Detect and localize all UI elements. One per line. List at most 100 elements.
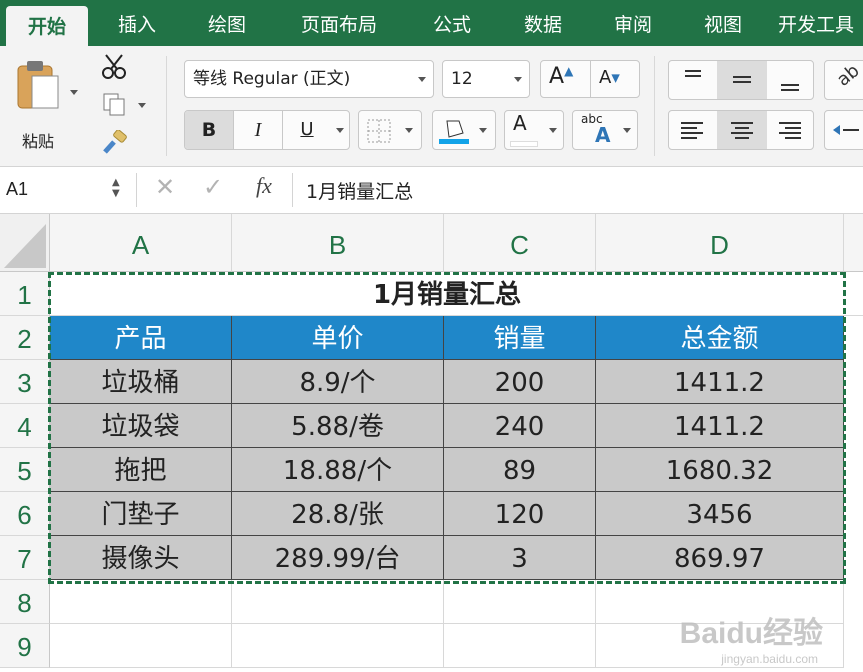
formula-bar: A1 ▲ ▼ ✕ ✓ fx 1月销量汇总: [0, 167, 863, 214]
bold-button[interactable]: B: [185, 111, 233, 149]
name-box-stepper-icon[interactable]: ▲ ▼: [112, 177, 120, 199]
confirm-entry-icon[interactable]: ✓: [203, 173, 223, 201]
table-header-cell[interactable]: 销量: [444, 316, 596, 360]
row-header[interactable]: 7: [0, 536, 50, 580]
underline-caret[interactable]: [336, 128, 344, 133]
empty-cell[interactable]: [50, 624, 232, 668]
table-cell[interactable]: 240: [444, 404, 596, 448]
name-box[interactable]: A1 ▲ ▼: [4, 175, 130, 207]
font-name-select[interactable]: 等线 Regular (正文): [184, 60, 434, 98]
table-header-cell[interactable]: 单价: [232, 316, 444, 360]
table-cell[interactable]: 869.97: [596, 536, 844, 580]
select-all-corner[interactable]: [0, 214, 50, 272]
tab-review[interactable]: 审阅: [596, 0, 670, 46]
copy-dropdown-caret[interactable]: [138, 103, 146, 108]
fill-color-button[interactable]: [432, 110, 496, 150]
align-center-button[interactable]: [717, 111, 767, 149]
table-cell[interactable]: 3456: [596, 492, 844, 536]
table-cell[interactable]: 拖把: [50, 448, 232, 492]
empty-cell[interactable]: [232, 580, 444, 624]
font-name-caret[interactable]: [418, 77, 426, 82]
table-cell[interactable]: 120: [444, 492, 596, 536]
empty-cell[interactable]: [50, 580, 232, 624]
tab-view[interactable]: 视图: [686, 0, 760, 46]
align-right-button[interactable]: [767, 111, 815, 149]
paste-dropdown-caret[interactable]: [70, 90, 78, 95]
table-cell[interactable]: 1680.32: [596, 448, 844, 492]
row-header[interactable]: 2: [0, 316, 50, 360]
tab-data[interactable]: 数据: [506, 0, 580, 46]
align-top-button[interactable]: [669, 61, 717, 99]
empty-cell[interactable]: [232, 624, 444, 668]
decrease-indent-icon: [833, 125, 859, 135]
tab-home[interactable]: 开始: [6, 6, 88, 46]
cut-scissors-icon[interactable]: [100, 52, 128, 80]
row-header[interactable]: 9: [0, 624, 50, 668]
table-cell[interactable]: 18.88/个: [232, 448, 444, 492]
align-left-button[interactable]: [669, 111, 717, 149]
font-color-button[interactable]: A: [504, 110, 564, 150]
tab-developer[interactable]: 开发工具: [778, 0, 863, 46]
orientation-button[interactable]: ab: [824, 60, 863, 100]
table-cell[interactable]: 垃圾桶: [50, 360, 232, 404]
table-cell[interactable]: 门垫子: [50, 492, 232, 536]
paste-button[interactable]: 粘贴: [8, 56, 78, 154]
table-cell[interactable]: 垃圾袋: [50, 404, 232, 448]
table-cell[interactable]: 200: [444, 360, 596, 404]
align-bottom-button[interactable]: [767, 61, 815, 99]
decrease-font-size-button[interactable]: A▼: [599, 67, 620, 88]
text-style-group: B I U: [184, 110, 350, 150]
empty-cell[interactable]: [444, 624, 596, 668]
empty-cell[interactable]: [444, 580, 596, 624]
table-cell[interactable]: 28.8/张: [232, 492, 444, 536]
watermark-brand: Baidu经验: [679, 617, 823, 650]
italic-button[interactable]: I: [234, 111, 282, 149]
clipboard-icon: [17, 61, 59, 109]
tab-page-layout[interactable]: 页面布局: [282, 0, 396, 46]
font-name-value: 等线 Regular (正文): [193, 69, 351, 89]
table-cell[interactable]: 1411.2: [596, 404, 844, 448]
font-size-grow-shrink-group: A▲ A▼: [540, 60, 640, 98]
phonetic-guide-button[interactable]: abc A: [572, 110, 638, 150]
decrease-indent-button[interactable]: [824, 110, 863, 150]
increase-font-size-button[interactable]: A▲: [549, 64, 573, 89]
row-header[interactable]: 4: [0, 404, 50, 448]
table-cell[interactable]: 8.9/个: [232, 360, 444, 404]
formula-input[interactable]: 1月销量汇总: [306, 177, 413, 204]
column-header-c[interactable]: C: [444, 214, 596, 272]
font-size-caret[interactable]: [514, 77, 522, 82]
table-cell[interactable]: 5.88/卷: [232, 404, 444, 448]
row-header[interactable]: 8: [0, 580, 50, 624]
cancel-entry-icon[interactable]: ✕: [155, 173, 175, 201]
table-cell[interactable]: 289.99/台: [232, 536, 444, 580]
table-cell[interactable]: 89: [444, 448, 596, 492]
ribbon-divider: [654, 56, 655, 156]
table-cell[interactable]: 1411.2: [596, 360, 844, 404]
borders-button[interactable]: [358, 110, 422, 150]
row-header[interactable]: 1: [0, 272, 50, 316]
table-cell[interactable]: 3: [444, 536, 596, 580]
format-painter-icon[interactable]: [100, 130, 128, 158]
align-middle-button[interactable]: [717, 61, 767, 99]
tab-insert[interactable]: 插入: [100, 0, 174, 46]
row-header[interactable]: 6: [0, 492, 50, 536]
ribbon-divider: [166, 56, 167, 156]
insert-function-button[interactable]: fx: [256, 173, 272, 199]
copy-icon[interactable]: [102, 92, 128, 118]
font-size-value: 12: [451, 69, 473, 89]
borders-icon: [367, 119, 391, 143]
table-header-cell[interactable]: 总金额: [596, 316, 844, 360]
row-header[interactable]: 3: [0, 360, 50, 404]
tab-formulas[interactable]: 公式: [416, 0, 488, 46]
tab-draw[interactable]: 绘图: [190, 0, 264, 46]
ribbon-home: 粘贴 等线 Regular (正文) 12 A▲ A▼ B I U A abc …: [0, 46, 863, 167]
row-header[interactable]: 5: [0, 448, 50, 492]
column-header-b[interactable]: B: [232, 214, 444, 272]
column-header-a[interactable]: A: [50, 214, 232, 272]
underline-button[interactable]: U: [283, 111, 331, 149]
sheet-title-cell[interactable]: 1月销量汇总: [50, 272, 844, 316]
table-cell[interactable]: 摄像头: [50, 536, 232, 580]
ribbon-tab-bar: 开始 插入 绘图 页面布局 公式 数据 审阅 视图 开发工具: [0, 0, 863, 46]
table-header-cell[interactable]: 产品: [50, 316, 232, 360]
column-header-d[interactable]: D: [596, 214, 844, 272]
